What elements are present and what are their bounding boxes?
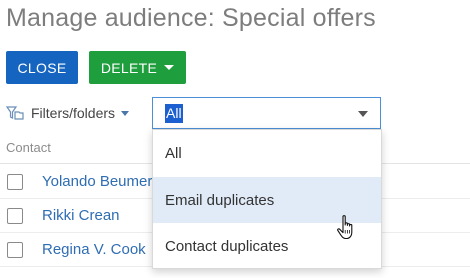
select-value: All xyxy=(165,103,183,123)
delete-button[interactable]: DELETE xyxy=(89,51,186,84)
manage-audience-page: Manage audience: Special offers CLOSE DE… xyxy=(0,0,470,278)
close-button[interactable]: CLOSE xyxy=(6,51,78,84)
page-title: Manage audience: Special offers xyxy=(6,4,376,32)
contact-link[interactable]: Regina V. Cook xyxy=(42,241,146,258)
row-checkbox[interactable] xyxy=(7,174,23,190)
row-checkbox[interactable] xyxy=(7,242,23,258)
filter-folder-icon xyxy=(6,106,24,120)
chevron-down-icon xyxy=(164,65,175,70)
contact-link[interactable]: Yolando Beumer xyxy=(42,173,152,190)
duplicates-filter-select[interactable]: All xyxy=(152,97,381,129)
menu-item-all[interactable]: All xyxy=(153,130,381,176)
chevron-down-icon xyxy=(121,110,130,116)
column-header-contact[interactable]: Contact xyxy=(6,140,51,155)
filters-folders-toggle[interactable]: Filters/folders xyxy=(6,103,130,123)
close-button-label: CLOSE xyxy=(17,59,67,76)
select-dropdown-menu: All Email duplicates Contact duplicates xyxy=(152,129,382,269)
chevron-down-icon xyxy=(358,111,368,117)
filters-folders-label: Filters/folders xyxy=(31,105,116,121)
row-checkbox[interactable] xyxy=(7,208,23,224)
contact-link[interactable]: Rikki Crean xyxy=(42,207,120,224)
delete-button-label: DELETE xyxy=(100,59,158,76)
hand-pointer-icon xyxy=(337,215,353,240)
